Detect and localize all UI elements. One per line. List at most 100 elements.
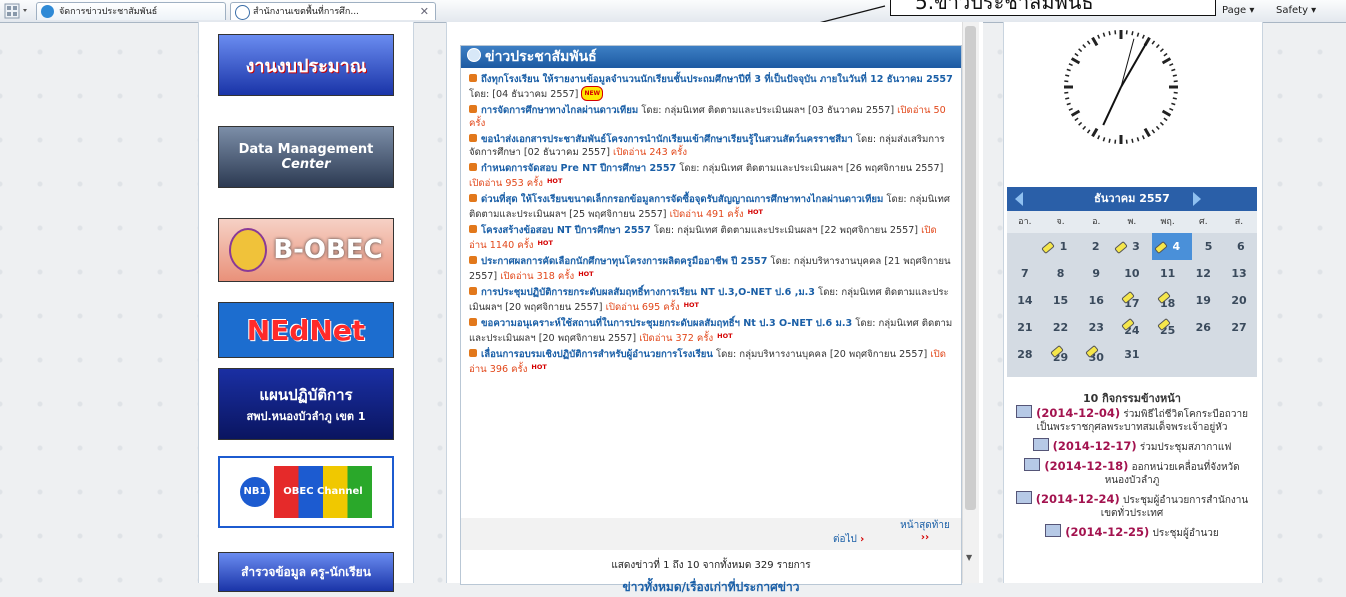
news-title-link[interactable]: เลื่อนการอบรมเชิงปฏิบัติการสำหรับผู้อำนว… — [481, 349, 713, 360]
calendar-day[interactable]: 31 — [1114, 341, 1150, 368]
b-obec-banner[interactable]: B-OBEC — [218, 218, 394, 282]
banner-label: Data Management — [239, 142, 374, 157]
action-plan-banner[interactable]: แผนปฏิบัติการ สพป.หนองบัวลำภู เขต 1 — [218, 368, 394, 440]
calendar-day[interactable]: 23 — [1078, 314, 1114, 341]
news-read-count: เปิดอ่าน 695 ครั้ง — [606, 302, 680, 313]
news-read-count: เปิดอ่าน 243 ครั้ง — [613, 147, 687, 158]
activity-item[interactable]: (2014-12-04) ร่วมพิธีไถ่ชีวิตโคกระบือถวา… — [1008, 405, 1256, 434]
news-title-link[interactable]: ขอนำส่งเอกสารประชาสัมพันธ์โครงการนำนักเร… — [481, 134, 853, 145]
calendar-dow: พ. — [1114, 211, 1150, 233]
news-read-count: เปิดอ่าน 318 ครั้ง — [500, 271, 574, 282]
calendar-day[interactable]: 2 — [1080, 233, 1112, 260]
safety-menu[interactable]: Safety ▾ — [1276, 3, 1316, 19]
all-news-link[interactable]: ข่าวทั้งหมด/เรื่องเก่าที่ประกาศข่าว — [461, 578, 961, 597]
activity-item[interactable]: (2014-12-18) ออกหน่วยเคลื่อนที่จังหวัดหน… — [1008, 458, 1256, 487]
nednet-banner[interactable]: NEdNet — [218, 302, 394, 358]
obec-channel-banner[interactable]: NB1 OBEC Channel — [218, 456, 394, 528]
calendar-day[interactable]: 26 — [1185, 314, 1221, 341]
last-page-link[interactable]: หน้าสุดท้าย›› — [895, 520, 955, 544]
tab-news-manage[interactable]: จัดการข่าวประชาสัมพันธ์ — [36, 2, 226, 20]
clock-tick — [1083, 126, 1086, 129]
news-pager: ต่อไป › หน้าสุดท้าย›› — [461, 518, 961, 550]
hot-badge: HOT — [684, 301, 699, 309]
news-title-link[interactable]: กำหนดการจัดสอบ Pre NT ปีการศึกษา 2557 — [481, 163, 676, 174]
calendar-day[interactable]: 7 — [1007, 260, 1043, 287]
news-meta: โดย: กลุ่มบริหารงานบุคคล [20 พฤศจิกายน 2… — [713, 349, 930, 360]
clock-tick — [1093, 129, 1098, 137]
clock-tick — [1164, 53, 1167, 55]
budget-banner[interactable]: งานงบประมาณ — [218, 34, 394, 96]
page-menu[interactable]: Page ▾ — [1222, 3, 1254, 19]
calendar-day[interactable]: 13 — [1221, 260, 1257, 287]
news-title-link[interactable]: ขอความอนุเคราะห์ใช้สถานที่ในการประชุมยกร… — [481, 318, 852, 329]
banner-label: งานงบประมาณ — [246, 51, 367, 80]
activity-text: ประชุมผู้อำนวย — [1149, 528, 1218, 539]
news-title-link[interactable]: ด่วนที่สุด ให้โรงเรียนขนาดเล็กกรอกข้อมูล… — [481, 194, 883, 205]
close-icon[interactable]: ✕ — [420, 3, 429, 20]
data-management-banner[interactable]: Data Management Center — [218, 126, 394, 188]
calendar-day[interactable]: 8 — [1043, 260, 1079, 287]
calendar-day[interactable]: 21 — [1007, 314, 1043, 341]
news-bullet-icon — [469, 256, 477, 264]
tab-area-office[interactable]: สำนักงานเขตพื้นที่การศึก... ✕ — [230, 2, 436, 20]
calendar-day[interactable]: 22 — [1043, 314, 1079, 341]
calendar-day[interactable]: 11 — [1150, 260, 1186, 287]
activity-item[interactable]: (2014-12-24) ประชุมผู้อำนวยการสำนักงานเข… — [1008, 491, 1256, 520]
calendar-day[interactable]: 28 — [1007, 341, 1043, 368]
calendar-day[interactable]: 19 — [1185, 287, 1221, 314]
news-title-link[interactable]: การประชุมปฏิบัติการยกระดับผลสัมฤทธิ์ทางก… — [481, 287, 815, 298]
activity-text: ประชุมผู้อำนวยการสำนักงานเขตทั่วประเทศ — [1101, 495, 1248, 519]
news-panel: ข่าวประชาสัมพันธ์ ถึงทุกโรงเรียน ให้รายง… — [460, 45, 962, 585]
news-read-count: เปิดอ่าน 953 ครั้ง — [469, 178, 543, 189]
calendar-day-number: 22 — [1053, 321, 1068, 334]
banner-label: NEdNet — [247, 314, 365, 347]
calendar-event-day[interactable]: 3 — [1112, 233, 1152, 260]
news-title-link[interactable]: ถึงทุกโรงเรียน ให้รายงานข้อมูลจำนวนนักเร… — [481, 74, 953, 85]
calendar-event-day[interactable]: 17 — [1114, 287, 1150, 314]
survey-banner[interactable]: สำรวจข้อมูล ครู-นักเรียน — [218, 552, 394, 592]
calendar-day[interactable]: 14 — [1007, 287, 1043, 314]
calendar-event-day[interactable]: 18 — [1150, 287, 1186, 314]
tab-grid-icon[interactable] — [4, 3, 34, 19]
clock-tick — [1067, 69, 1071, 70]
news-title-link[interactable]: โครงสร้างข้อสอบ NT ปีการศึกษา 2557 — [481, 225, 651, 236]
activity-date: (2014-12-25) — [1065, 525, 1149, 539]
calendar-day[interactable]: 9 — [1078, 260, 1114, 287]
calendar-dow-row: อา.จ.อ.พ.พฤ.ศ.ส. — [1007, 211, 1257, 233]
calendar-event-day[interactable]: 25 — [1150, 314, 1186, 341]
calendar-event-day[interactable]: 24 — [1114, 314, 1150, 341]
news-bullet-icon — [469, 225, 477, 233]
news-header-icon — [467, 48, 481, 62]
calendar-day[interactable]: 15 — [1043, 287, 1079, 314]
scroll-down-icon[interactable]: ▼ — [966, 553, 972, 562]
news-title-link[interactable]: ประกาศผลการคัดเลือกนักศึกษาทุนโครงการผลิ… — [481, 256, 767, 267]
calendar-event-day[interactable]: 30 — [1078, 341, 1114, 368]
prev-month-icon[interactable] — [1015, 192, 1023, 206]
activity-item[interactable]: (2014-12-25) ประชุมผู้อำนวย — [1008, 524, 1256, 540]
calendar-day[interactable]: 16 — [1078, 287, 1114, 314]
clock-tick — [1079, 122, 1082, 125]
calendar-event-day[interactable]: 29 — [1043, 341, 1079, 368]
banner-label: สำรวจข้อมูล ครู-นักเรียน — [241, 563, 371, 582]
next-page-link[interactable]: ต่อไป › — [833, 532, 864, 547]
calendar-day[interactable]: 20 — [1221, 287, 1257, 314]
page-scrollbar[interactable]: ▼ — [962, 22, 979, 583]
clock-tick — [1173, 98, 1177, 99]
calendar-event-day[interactable]: 4 — [1152, 233, 1192, 260]
news-title-link[interactable]: การจัดการศึกษาทางไกลผ่านดาวเทียม — [481, 105, 638, 116]
clock-hour-hand — [1103, 87, 1121, 125]
ie-icon — [41, 5, 54, 18]
calendar-day[interactable]: 27 — [1221, 314, 1257, 341]
calendar-day[interactable]: 10 — [1114, 260, 1150, 287]
activity-item[interactable]: (2014-12-17) ร่วมประชุมสภากาแฟ — [1008, 438, 1256, 454]
news-bullet-icon — [469, 349, 477, 357]
banner-label: แผนปฏิบัติการ — [259, 383, 352, 407]
calendar-day[interactable]: 5 — [1192, 233, 1224, 260]
calendar-day[interactable]: 12 — [1185, 260, 1221, 287]
next-month-icon[interactable] — [1193, 192, 1201, 206]
calendar-day[interactable]: 6 — [1225, 233, 1257, 260]
clock-tick — [1160, 49, 1163, 52]
scrollbar-thumb[interactable] — [965, 26, 976, 510]
calendar-event-day[interactable]: 1 — [1039, 233, 1079, 260]
calendar-day-number: 31 — [1124, 348, 1139, 361]
